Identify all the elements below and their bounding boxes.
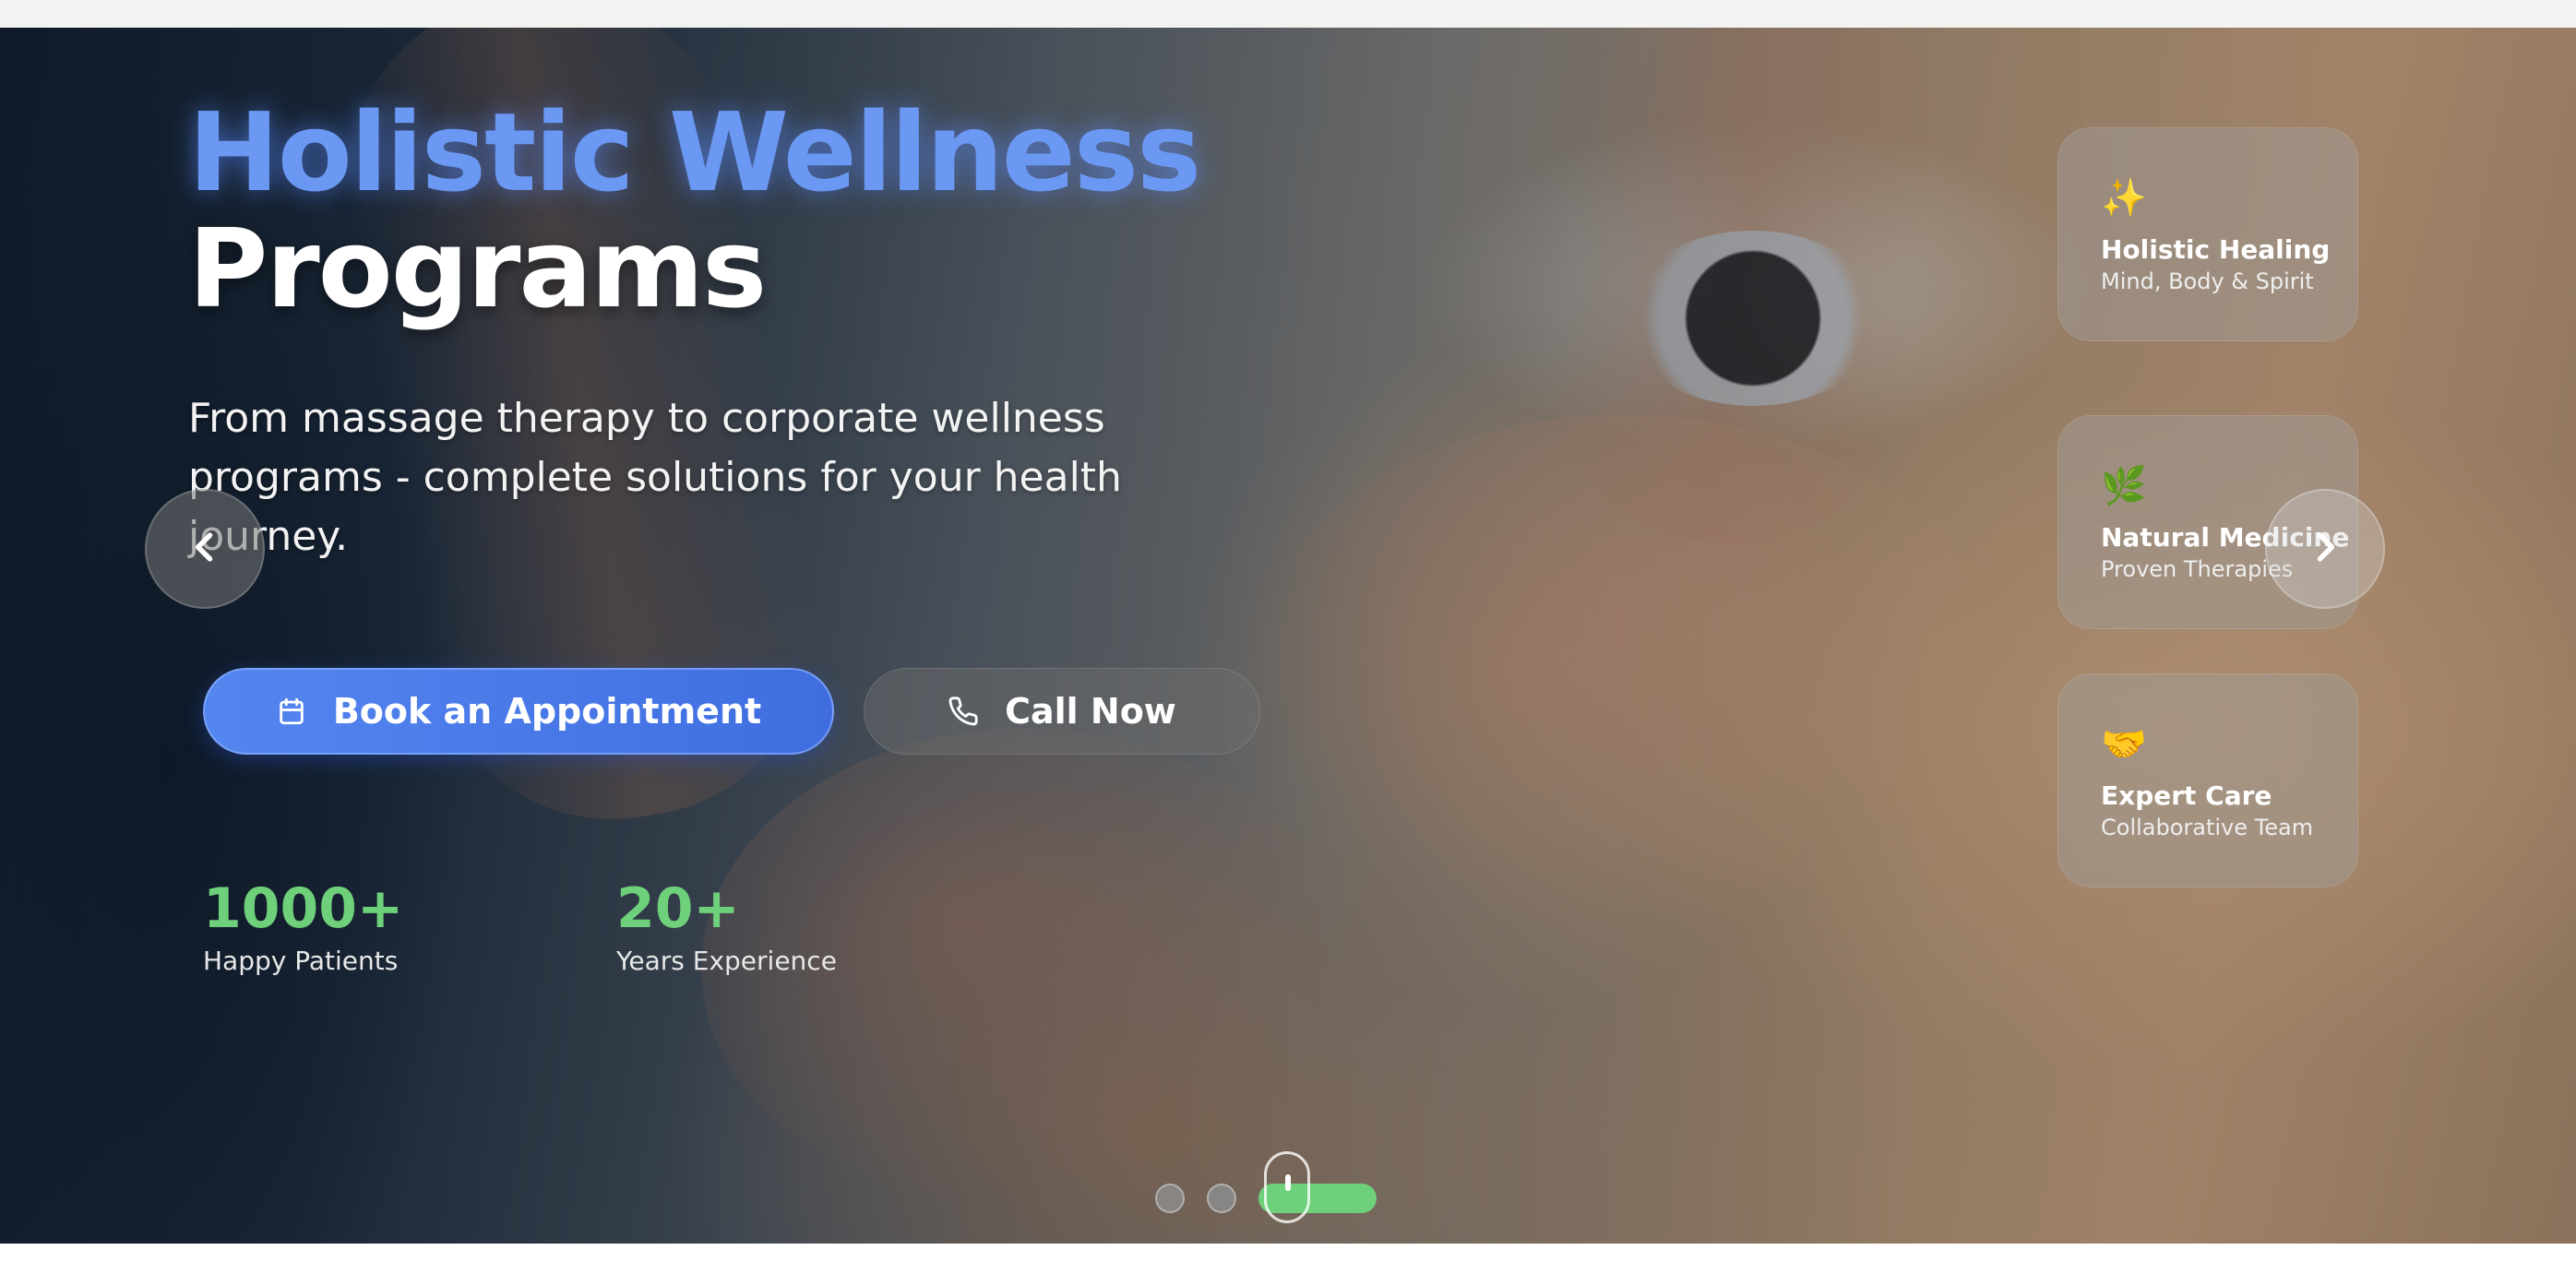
- calendar-icon: [276, 696, 307, 727]
- carousel-prev-button[interactable]: [145, 489, 265, 609]
- feature-card-expert-care: 🤝 Expert Care Collaborative Team: [2057, 673, 2358, 887]
- feature-card-title: Holistic Healing: [2101, 234, 2331, 265]
- carousel-dot[interactable]: [1207, 1184, 1236, 1213]
- headline-accent: Holistic Wellness: [188, 89, 1201, 216]
- hero-headline: Holistic Wellness Programs: [188, 89, 1201, 332]
- chevron-left-icon: [185, 527, 225, 572]
- book-appointment-label: Book an Appointment: [332, 691, 762, 732]
- stat-years-experience: 20+ Years Experience: [616, 876, 837, 980]
- chevron-right-icon: [2305, 527, 2345, 572]
- call-now-button[interactable]: Call Now: [864, 668, 1260, 755]
- hero-section: Holistic Wellness Programs From massage …: [0, 28, 2576, 1244]
- hero-subtitle: From massage therapy to corporate wellne…: [188, 395, 1122, 560]
- feature-card-title: Expert Care: [2101, 780, 2272, 811]
- stat-label: Happy Patients: [203, 946, 399, 976]
- bottom-strip: [0, 1244, 2576, 1262]
- feature-card-subtitle: Mind, Body & Spirit: [2101, 268, 2314, 294]
- stat-label: Years Experience: [616, 946, 837, 976]
- carousel-dot[interactable]: [1155, 1184, 1185, 1213]
- call-now-label: Call Now: [1005, 691, 1176, 732]
- scroll-mouse-icon: [1264, 1151, 1310, 1223]
- scroll-wheel: [1285, 1174, 1291, 1191]
- sparkles-icon: ✨: [2101, 178, 2147, 219]
- headline-main: Programs: [188, 205, 767, 332]
- handshake-icon: 🤝: [2101, 724, 2147, 765]
- stat-happy-patients: 1000+ Happy Patients: [203, 876, 403, 980]
- carousel-next-button[interactable]: [2265, 489, 2385, 609]
- feature-card-holistic-healing: ✨ Holistic Healing Mind, Body & Spirit: [2057, 127, 2358, 341]
- phone-icon: [948, 696, 979, 727]
- book-appointment-button[interactable]: Book an Appointment: [203, 668, 834, 755]
- feature-card-subtitle: Collaborative Team: [2101, 815, 2314, 840]
- top-strip: [0, 0, 2576, 28]
- stat-value: 1000+: [203, 876, 404, 941]
- stat-value: 20+: [616, 876, 740, 941]
